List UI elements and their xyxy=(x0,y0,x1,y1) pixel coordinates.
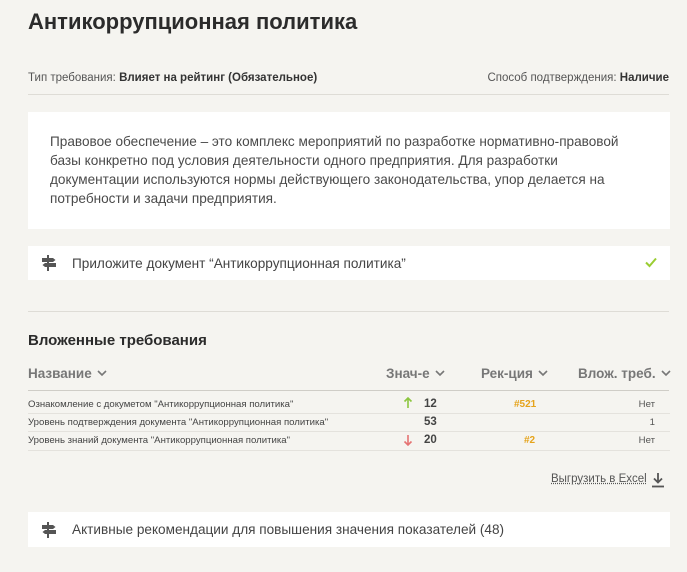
row-nested: Нет xyxy=(638,399,655,410)
table-header-divider xyxy=(28,390,669,391)
row-nested: 1 xyxy=(649,417,655,428)
row-divider xyxy=(28,450,670,451)
column-header-label: Влож. треб. xyxy=(578,366,656,381)
confirmation-method: Способ подтверждения: Наличие xyxy=(487,72,669,84)
column-header-label: Знач-е xyxy=(386,366,430,381)
chevron-down-icon xyxy=(538,370,548,377)
row-value: 12 xyxy=(424,398,437,410)
chevron-down-icon xyxy=(97,370,107,377)
row-nested: Нет xyxy=(638,435,655,446)
row-value: 53 xyxy=(424,416,437,428)
description-text: Правовое обеспечение – это комплекс меро… xyxy=(50,134,619,206)
row-divider xyxy=(28,431,670,432)
chevron-down-icon xyxy=(661,370,671,377)
attach-document-row[interactable]: Приложите документ “Антикоррупционная по… xyxy=(28,246,670,280)
page-title: Антикоррупционная политика xyxy=(28,9,358,34)
row-divider xyxy=(28,413,670,414)
attach-document-label: Приложите документ “Антикоррупционная по… xyxy=(72,255,406,271)
confirmation-label: Способ подтверждения: xyxy=(487,72,617,84)
column-header-value[interactable]: Знач-е xyxy=(386,366,445,381)
divider xyxy=(28,94,669,95)
active-recommendations-label: Активные рекомендации для повышения знач… xyxy=(72,522,505,537)
column-header-nested[interactable]: Влож. треб. xyxy=(578,366,671,381)
requirement-type-label: Тип требования: xyxy=(28,72,116,84)
column-header-recommendation[interactable]: Рек-ция xyxy=(481,366,548,381)
signpost-icon xyxy=(40,521,58,539)
arrow-down-icon xyxy=(403,435,413,446)
description-card: Правовое обеспечение – это комплекс меро… xyxy=(28,112,670,229)
nested-requirements-title: Вложенные требования xyxy=(28,332,207,349)
row-name: Ознакомление с докуметом "Антикоррупцион… xyxy=(28,399,294,410)
confirmation-value: Наличие xyxy=(619,72,669,84)
row-value: 20 xyxy=(424,434,437,446)
row-name: Уровень подтверждения документа "Антикор… xyxy=(28,417,329,428)
download-icon[interactable] xyxy=(650,472,666,493)
row-recommendation-link[interactable]: #2 xyxy=(524,435,535,446)
signpost-icon xyxy=(40,254,58,272)
column-header-name[interactable]: Название xyxy=(28,366,107,381)
requirement-type: Тип требования: Влияет на рейтинг (Обяза… xyxy=(28,72,317,84)
chevron-down-icon xyxy=(435,370,445,377)
requirement-meta: Тип требования: Влияет на рейтинг (Обяза… xyxy=(28,72,669,84)
column-header-label: Рек-ция xyxy=(481,366,533,381)
row-recommendation-link[interactable]: #521 xyxy=(514,399,536,410)
column-header-label: Название xyxy=(28,366,92,381)
active-recommendations-row[interactable]: Активные рекомендации для повышения знач… xyxy=(28,512,670,547)
divider xyxy=(28,311,669,312)
arrow-up-icon xyxy=(403,397,413,408)
check-icon xyxy=(644,255,658,274)
row-name: Уровень знаний документа "Антикоррупцион… xyxy=(28,435,290,446)
requirement-type-value: Влияет на рейтинг (Обязательное) xyxy=(119,72,318,84)
export-excel-link[interactable]: Выгрузить в Excel xyxy=(551,473,647,485)
